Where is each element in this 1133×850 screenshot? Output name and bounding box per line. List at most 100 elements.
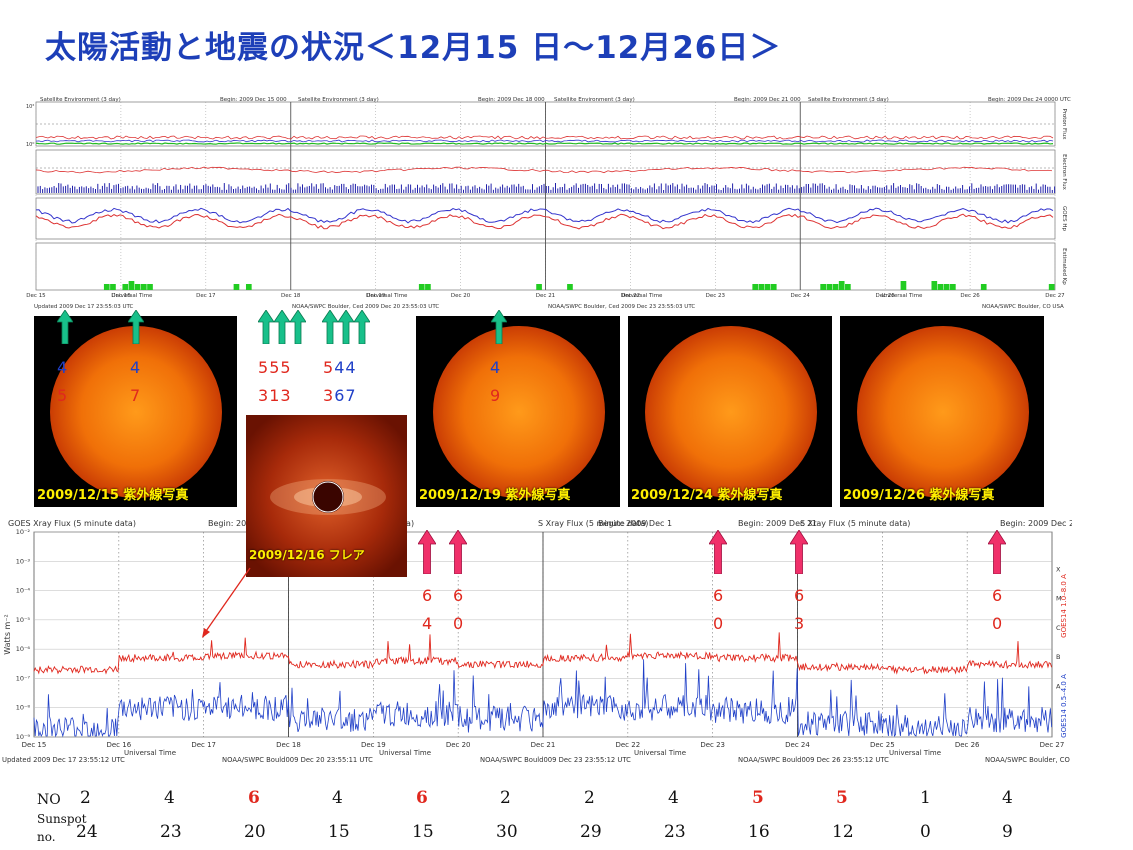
xray-axis-caption: Universal Time <box>124 749 176 757</box>
kp-bar <box>838 281 845 290</box>
xray-axis-caption: Universal Time <box>889 749 941 757</box>
sunspot-digit: 4 <box>57 358 69 377</box>
xray-day-label: Dec 27 <box>1040 741 1065 749</box>
sun-image-caption: 2009/12/15 紫外線写真 <box>37 488 189 503</box>
kp-bar <box>900 281 907 290</box>
sun-image-caption: 2009/12/26 紫外線写真 <box>843 488 995 503</box>
kp-bar <box>752 284 759 290</box>
sunspot-value: 30 <box>496 822 518 842</box>
red-arrow <box>789 529 809 578</box>
xray-legend-blue: GOES14 0.5–4.0 A <box>1060 674 1068 738</box>
xray-footer: Updated 2009 Dec 17 23:55:12 UTC <box>2 756 125 764</box>
xray-day-label: Dec 22 <box>615 741 640 749</box>
sat-day-label: Dec 27 <box>1045 293 1065 299</box>
sunspot-digit: 4 <box>130 358 142 377</box>
sunspot-value-top: 4 <box>130 358 141 377</box>
xray-ytick: 10⁻⁶ <box>16 645 31 653</box>
xray-day-label: Dec 26 <box>955 741 980 749</box>
solar-disk <box>857 326 1029 498</box>
sat-axis-caption: Universal Time <box>622 293 664 299</box>
sunspot-value-top: 4 <box>57 358 68 377</box>
xray-day-label: Dec 18 <box>276 741 301 749</box>
sat-footer: NOAA/SWPC Boulder, Ced 2009 Dec 23 23:55… <box>548 304 695 310</box>
kp-bar <box>103 284 110 290</box>
kp-bar <box>567 284 573 290</box>
no-value: 4 <box>332 788 343 808</box>
solar-disk <box>50 326 222 498</box>
sat-axis-caption: Universal Time <box>882 293 924 299</box>
xray-axis-caption: Universal Time <box>634 749 686 757</box>
sat-ytick: 10² <box>26 104 34 110</box>
no-value: 1 <box>920 788 931 808</box>
sat-row-label: GOES Hp <box>1061 206 1067 231</box>
green-arrow <box>353 309 371 348</box>
sunspot-value-bottom: 9 <box>490 386 501 405</box>
sun-image-caption: 2009/12/24 紫外線写真 <box>631 488 783 503</box>
sat-day-label: Dec 15 <box>26 293 46 299</box>
xray-header-title: GOES Xray Flux (5 minute data) <box>8 519 136 528</box>
sunspot-digit: 5 <box>57 386 69 405</box>
xray-header-begin: Begin: 20 <box>208 519 246 528</box>
sunspot-value-bottom: 313 <box>258 386 292 405</box>
no-value: 2 <box>80 788 91 808</box>
sunspot-digit: 7 <box>345 386 357 405</box>
xray-footer: NOAA/SWPC Boulder, CO USA <box>985 756 1072 764</box>
kp-bar <box>425 284 431 290</box>
red-arrow-value-top: 6 <box>992 586 1004 605</box>
sunspot-value: 12 <box>832 822 854 842</box>
sat-day-label: Dec 20 <box>451 293 471 299</box>
kp-bar <box>1048 284 1055 290</box>
sunspot-digit: 4 <box>345 358 357 377</box>
xray-day-label: Dec 23 <box>700 741 725 749</box>
sunspot-value-bottom: 7 <box>130 386 141 405</box>
sunspot-value-top: 4 <box>490 358 501 377</box>
xray-ytick: 10⁻⁴ <box>16 587 31 595</box>
sunspot-value: 23 <box>664 822 686 842</box>
sat-day-label: Dec 18 <box>281 293 301 299</box>
red-arrow-value-bottom: 3 <box>794 614 806 633</box>
red-arrow-value-top: 6 <box>422 586 434 605</box>
green-arrow <box>490 309 508 348</box>
no-value: 4 <box>668 788 679 808</box>
sunspot-value-bottom: 367 <box>323 386 357 405</box>
sat-axis-caption: Universal Time <box>367 293 409 299</box>
no-value: 2 <box>500 788 511 808</box>
kp-bar <box>147 284 153 290</box>
no-value: 6 <box>416 788 428 808</box>
kp-bar <box>937 284 944 290</box>
sunspot-digit: 3 <box>280 386 292 405</box>
coronagraph-image: 2009/12/16 フレア <box>246 415 407 577</box>
solar-disk <box>645 326 817 498</box>
red-arrow-value-bottom: 4 <box>422 614 434 633</box>
xray-ytick: 10⁻⁸ <box>16 704 31 712</box>
sun-image-dec24: 2009/12/24 紫外線写真 <box>628 316 832 507</box>
xray-footer: NOAA/SWPC Bould009 Dec 23 23:55:12 UTC <box>480 756 631 764</box>
green-arrow <box>127 309 145 348</box>
page-title: 太陽活動と地震の状況＜12月15 日～12月26日＞ <box>45 30 782 66</box>
green-arrow <box>337 309 355 348</box>
sunspot-value: 20 <box>244 822 266 842</box>
green-arrow <box>289 309 307 348</box>
xray-day-label: Dec 17 <box>191 741 216 749</box>
red-arrow <box>987 529 1007 578</box>
sunspot-value: 15 <box>412 822 434 842</box>
sat-day-label: Dec 21 <box>536 293 555 299</box>
sun-image-dec19: 2009/12/19 紫外線写真 <box>416 316 620 507</box>
sat-ytick: 10⁰ <box>26 142 34 148</box>
sun-image-dec26: 2009/12/26 紫外線写真 <box>840 316 1044 507</box>
sat-footer: Updated 2009 Dec 17 23:55:03 UTC <box>34 304 134 310</box>
xray-header-begin: Begin: 2009 Dec 24 0000 UTC <box>1000 519 1072 528</box>
xray-day-label: Dec 25 <box>870 741 895 749</box>
sat-day-label: Dec 26 <box>960 293 980 299</box>
satellite-environment-chart: Satellite Environment (3 day) Begin: 2009… <box>22 94 1072 310</box>
green-arrow <box>257 309 275 348</box>
xray-class-letter: X <box>1056 565 1061 573</box>
kp-bar <box>134 284 141 290</box>
xray-flux-chart: GOES Xray Flux (5 minute data)Begin: 20a… <box>0 516 1121 768</box>
no-value: 6 <box>248 788 260 808</box>
xray-ytick: 10⁻⁹ <box>16 733 31 741</box>
kp-bar <box>245 284 252 290</box>
kp-bar <box>826 284 833 290</box>
sunspot-digit: 3 <box>258 386 270 405</box>
xray-ylabel: Watts m⁻² <box>3 614 12 655</box>
